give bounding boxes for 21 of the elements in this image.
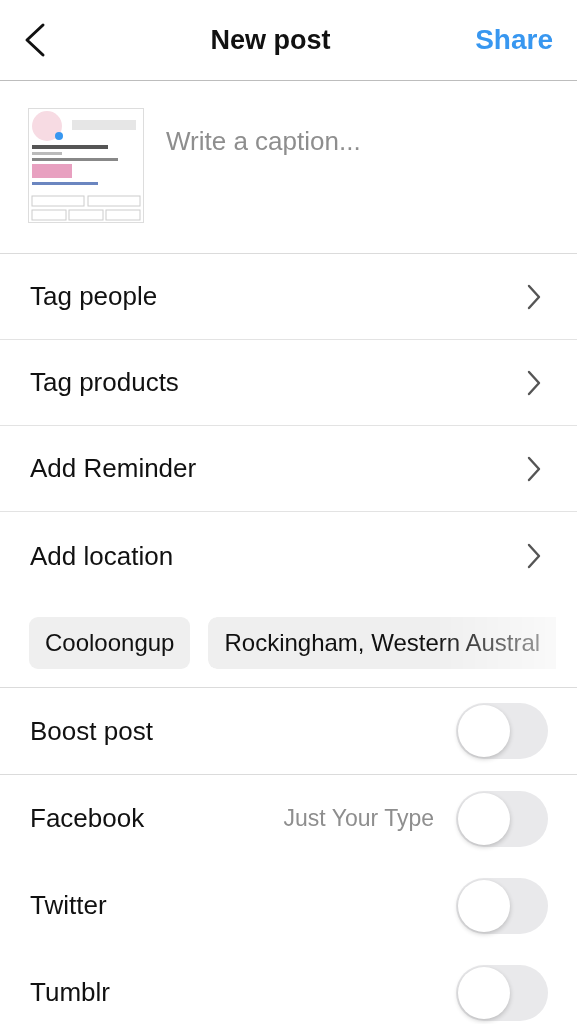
setting-label: Facebook — [30, 803, 146, 834]
setting-label: Twitter — [30, 890, 108, 921]
setting-label: Boost post — [30, 715, 154, 747]
option-row[interactable]: Tag products — [0, 340, 577, 426]
account-name: Just Your Type — [283, 805, 434, 832]
chevron-icon — [527, 283, 541, 310]
toggle-switch[interactable] — [456, 790, 548, 847]
toggle-switch[interactable] — [456, 877, 548, 934]
option-row[interactable]: Add location — [0, 512, 577, 600]
chevron-icon — [527, 543, 541, 569]
location-chip[interactable]: Rockingham, Western Austral — [208, 617, 557, 669]
toggle-switch[interactable] — [456, 703, 548, 759]
toggle-switch[interactable] — [456, 964, 548, 1021]
screen-title: New post — [210, 24, 331, 56]
setting-label: Tumblr — [30, 977, 111, 1008]
option-row[interactable]: Add Reminder — [0, 426, 577, 512]
caption-field[interactable]: Write a caption... — [166, 125, 557, 157]
chevron-icon — [527, 455, 541, 482]
chevron-icon — [527, 369, 541, 396]
location-chip[interactable]: Cooloongup — [29, 617, 191, 669]
option-row[interactable]: Tag people — [0, 254, 577, 340]
